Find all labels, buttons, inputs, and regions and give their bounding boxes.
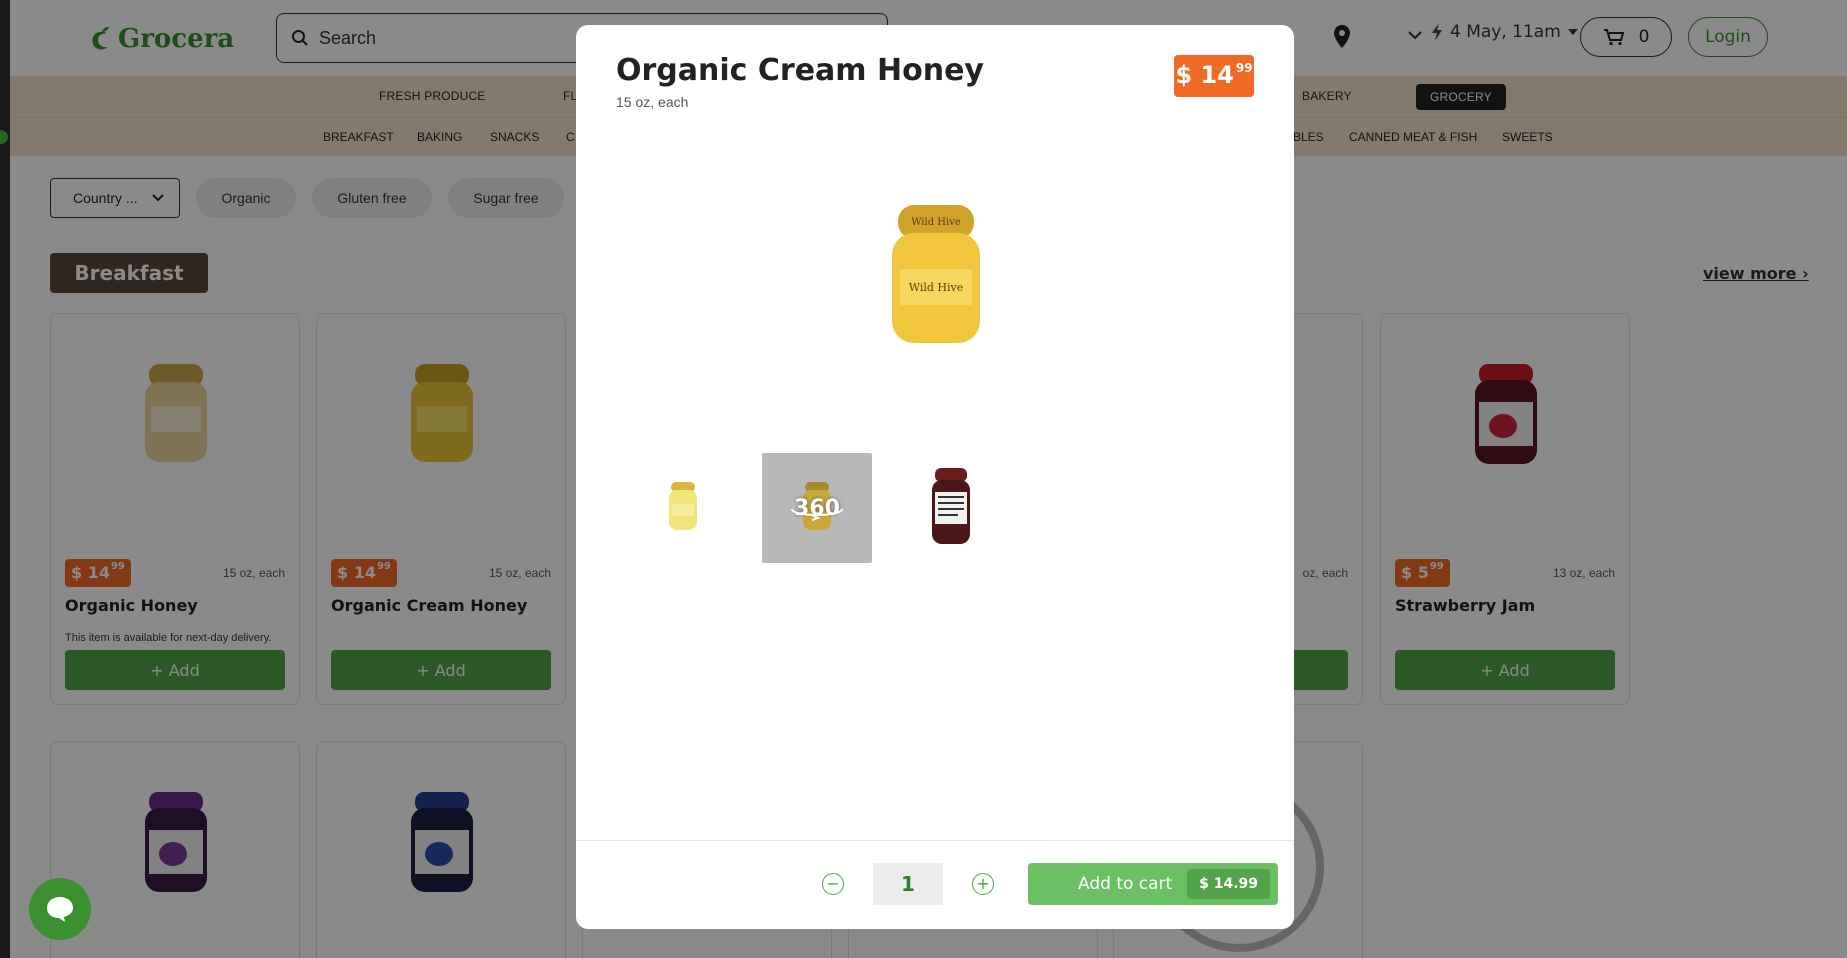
rotate-icon bbox=[791, 508, 843, 521]
increase-quantity-button[interactable]: + bbox=[972, 873, 994, 895]
price-main: $ 14 bbox=[1175, 61, 1234, 89]
add-to-cart-label: Add to cart bbox=[1078, 874, 1173, 894]
modal-subtitle: 15 oz, each bbox=[616, 94, 689, 110]
quantity-input[interactable] bbox=[873, 863, 943, 905]
decrease-quantity-button[interactable]: − bbox=[822, 873, 844, 895]
price-cents: 99 bbox=[1235, 61, 1253, 75]
modal-footer: − + Add to cart $ 14.99 bbox=[576, 840, 1294, 929]
chat-button[interactable] bbox=[29, 878, 91, 940]
plus-circle-icon: + bbox=[976, 874, 990, 893]
thumbnail-image bbox=[669, 482, 697, 530]
minus-circle-icon: − bbox=[826, 874, 840, 893]
add-to-cart-price: $ 14.99 bbox=[1187, 869, 1270, 899]
chat-icon bbox=[47, 897, 73, 922]
add-to-cart-button[interactable]: Add to cart $ 14.99 bbox=[1028, 863, 1278, 905]
thumbnail-front[interactable] bbox=[628, 453, 738, 563]
product-main-image[interactable]: Wild Hive Wild Hive bbox=[856, 185, 1016, 375]
thumbnail-image bbox=[932, 468, 970, 544]
svg-text:Wild Hive: Wild Hive bbox=[909, 281, 964, 294]
thumbnail-back[interactable] bbox=[896, 453, 1006, 563]
product-modal: Organic Cream Honey 15 oz, each $ 14 99 W… bbox=[576, 25, 1294, 929]
thumbnail-360[interactable]: 360 bbox=[762, 453, 872, 563]
svg-text:Wild Hive: Wild Hive bbox=[911, 217, 961, 228]
modal-title: Organic Cream Honey bbox=[616, 53, 984, 88]
modal-price-tag: $ 14 99 bbox=[1174, 55, 1254, 97]
